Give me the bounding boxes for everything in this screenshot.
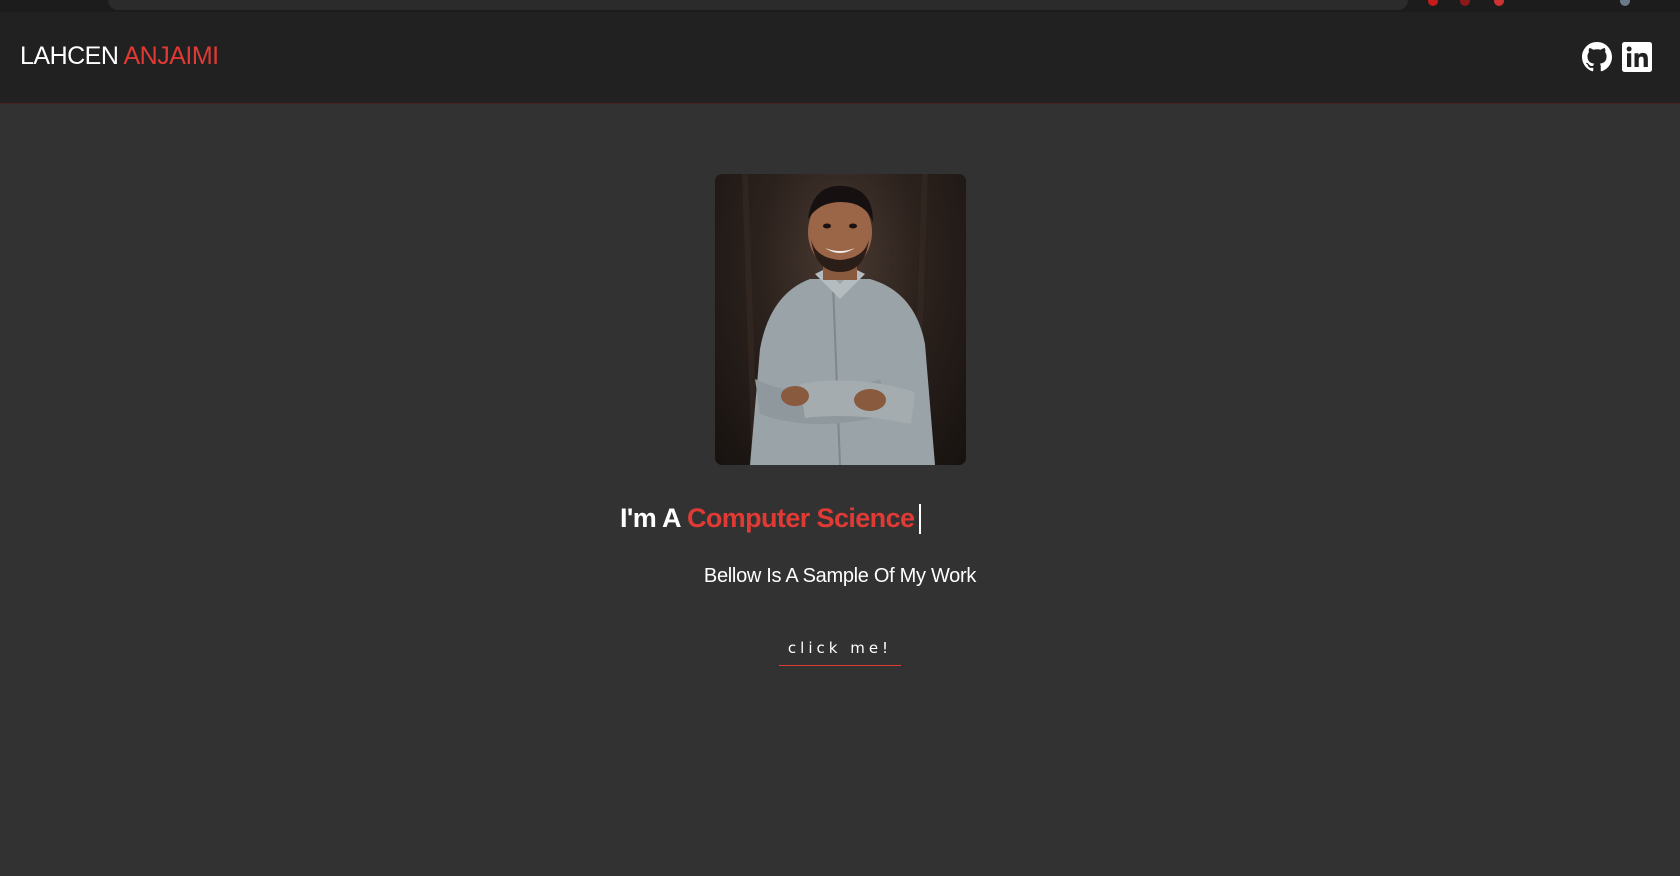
brand-last-name: ANJAIMI: [123, 42, 220, 70]
linkedin-icon: [1622, 42, 1652, 72]
address-bar[interactable]: [108, 0, 1408, 10]
headline-lead: I'm A: [620, 503, 682, 533]
headline-role: Computer Science: [686, 503, 915, 533]
typing-caret: [919, 503, 922, 534]
extension-icon[interactable]: [1494, 0, 1504, 6]
social-links: [1582, 42, 1652, 72]
browser-toolbar: [0, 0, 1680, 12]
brand-first-name: LAHCEN: [20, 42, 119, 70]
hero-headline: I'm A Computer Science: [620, 503, 922, 534]
github-link[interactable]: [1582, 42, 1612, 72]
click-me-button[interactable]: click me!: [779, 630, 901, 666]
linkedin-link[interactable]: [1622, 42, 1652, 72]
profile-photo-illustration: [742, 174, 935, 465]
github-icon: [1582, 42, 1612, 72]
hero-subtitle: Bellow Is A Sample Of My Work: [703, 565, 977, 587]
profile-photo: [715, 174, 966, 465]
profile-avatar[interactable]: [1620, 0, 1630, 6]
top-navbar: LAHCEN ANJAIMI: [0, 12, 1680, 104]
brand-logo[interactable]: LAHCEN ANJAIMI: [20, 42, 219, 71]
extension-icon[interactable]: [1428, 0, 1438, 6]
extension-icon[interactable]: [1460, 0, 1470, 6]
